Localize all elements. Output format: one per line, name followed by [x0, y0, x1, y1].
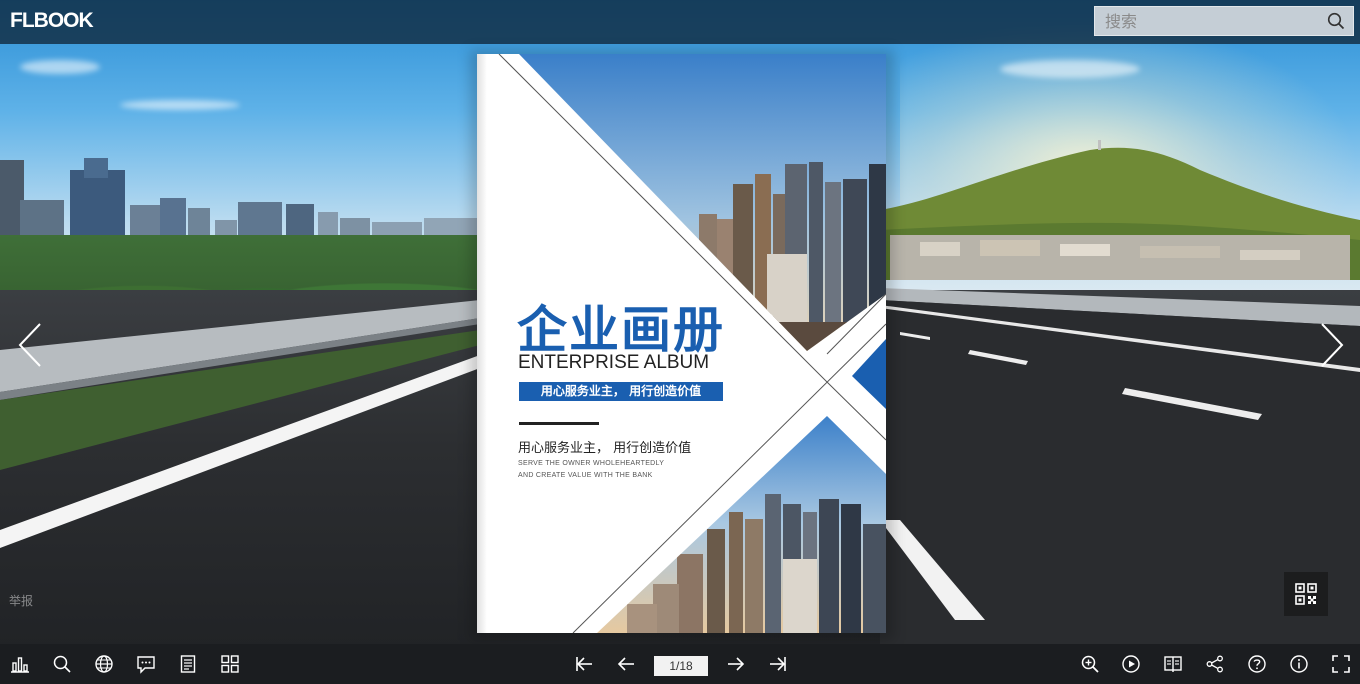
- report-link[interactable]: 举报: [9, 592, 33, 609]
- last-page-button[interactable]: [768, 654, 788, 674]
- fullscreen-icon: [1332, 655, 1350, 673]
- divider: [519, 422, 599, 425]
- statistics-button[interactable]: [10, 654, 30, 674]
- search-button[interactable]: [52, 654, 72, 674]
- cover-tagline: 用心服务业主， 用行创造价值: [519, 382, 723, 401]
- first-page-button[interactable]: [574, 654, 594, 674]
- top-bar: FLBOOK: [0, 0, 1360, 44]
- table-of-contents-button[interactable]: [178, 654, 198, 674]
- search-icon[interactable]: [1327, 12, 1345, 30]
- zoom-in-icon: [1081, 655, 1099, 673]
- qr-code-icon: [1295, 583, 1317, 605]
- globe-icon: [95, 655, 113, 673]
- autoplay-button[interactable]: [1121, 654, 1141, 674]
- search-box[interactable]: [1094, 6, 1354, 36]
- share-icon: [1206, 655, 1223, 673]
- previous-page-arrow-icon[interactable]: [16, 320, 46, 370]
- page-indicator[interactable]: 1/18: [654, 656, 708, 676]
- last-page-icon: [770, 657, 786, 671]
- language-button[interactable]: [94, 654, 114, 674]
- arrow-right-icon: [728, 657, 745, 671]
- flbook-logo[interactable]: FLBOOK: [10, 9, 94, 33]
- document-icon: [180, 655, 196, 673]
- comment-icon: [137, 656, 155, 674]
- previous-page-button[interactable]: [616, 654, 636, 674]
- comment-button[interactable]: [136, 654, 156, 674]
- qr-code-button[interactable]: [1284, 572, 1328, 616]
- next-page-button[interactable]: [726, 654, 746, 674]
- info-icon: [1290, 655, 1308, 673]
- cover-subtitle: ENTERPRISE ALBUM: [518, 352, 710, 373]
- search-icon: [53, 655, 71, 673]
- search-input[interactable]: [1095, 7, 1320, 35]
- bar-chart-icon: [11, 657, 29, 673]
- play-icon: [1122, 655, 1140, 673]
- bottom-toolbar: 1/18: [0, 644, 1360, 684]
- help-button[interactable]: [1247, 654, 1267, 674]
- fullscreen-button[interactable]: [1331, 654, 1351, 674]
- cover-slogan: 用心服务业主， 用行创造价值: [518, 441, 692, 456]
- book-cover-page[interactable]: 企业画册 ENTERPRISE ALBUM 用心服务业主， 用行创造价值 用心服…: [477, 54, 886, 633]
- info-button[interactable]: [1289, 654, 1309, 674]
- grid-icon: [221, 655, 239, 673]
- cover-english-line-1: SERVE THE OWNER WHOLEHEARTEDLY: [518, 460, 665, 467]
- book-icon: [1164, 656, 1182, 672]
- arrow-left-icon: [617, 657, 634, 671]
- share-button[interactable]: [1205, 654, 1225, 674]
- first-page-icon: [576, 657, 592, 671]
- next-page-arrow-icon[interactable]: [1316, 320, 1346, 370]
- help-icon: [1248, 655, 1266, 673]
- reading-mode-button[interactable]: [1163, 654, 1183, 674]
- zoom-button[interactable]: [1080, 654, 1100, 674]
- thumbnails-button[interactable]: [220, 654, 240, 674]
- cover-english-line-2: AND CREATE VALUE WITH THE BANK: [518, 472, 653, 479]
